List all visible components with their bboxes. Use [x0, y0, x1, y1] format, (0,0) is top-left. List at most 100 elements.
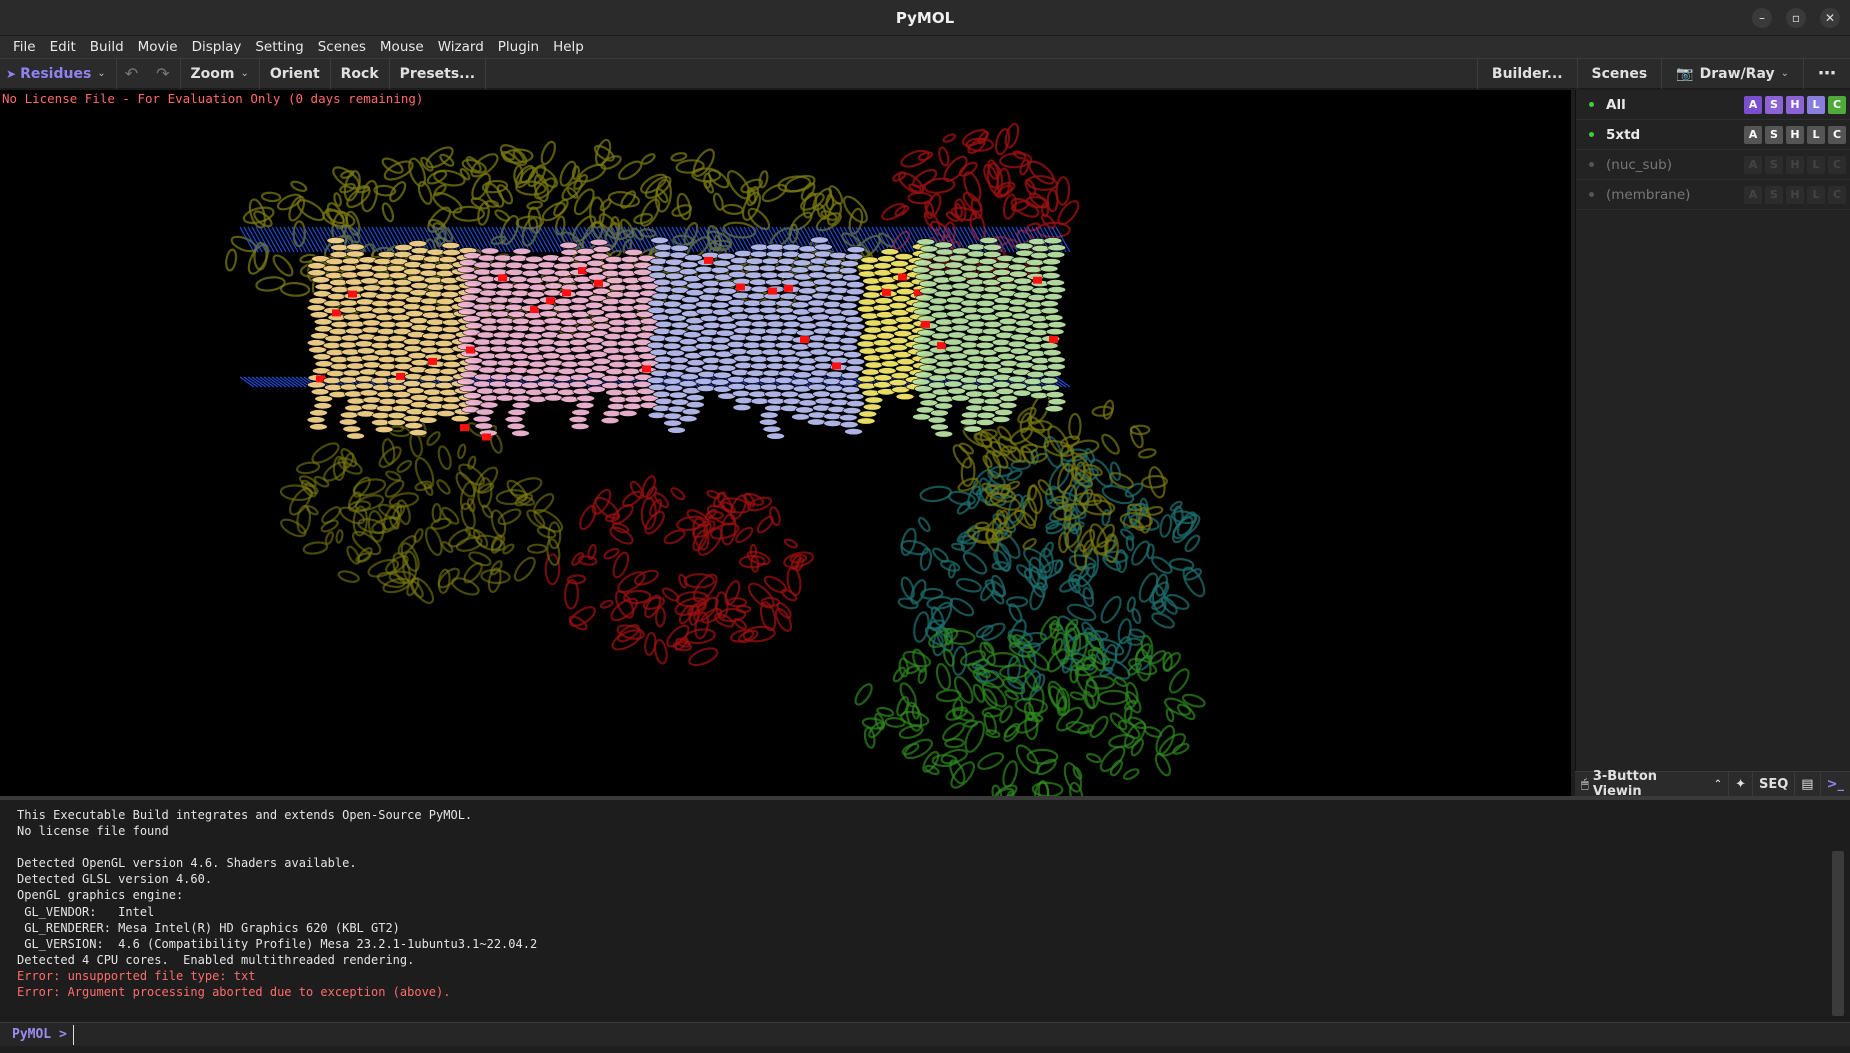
helix-segment	[651, 292, 671, 300]
helix-segment	[620, 255, 640, 263]
color-button[interactable]: C	[1828, 156, 1846, 174]
label-button[interactable]: L	[1807, 126, 1825, 144]
helix-segment	[999, 282, 1019, 290]
menu-build[interactable]: Build	[83, 36, 131, 58]
object-row-membrane[interactable]: (membrane) A S H L C	[1576, 180, 1850, 210]
ribbon-olive	[296, 199, 325, 222]
show-button[interactable]: S	[1765, 186, 1783, 204]
membrane-stick	[875, 226, 891, 253]
redo-button[interactable]: ↷	[146, 58, 181, 89]
selection-mode-dropdown[interactable]: ➤ Residues ⌄	[0, 58, 117, 89]
show-button[interactable]: S	[1765, 156, 1783, 174]
label-button[interactable]: L	[1807, 96, 1825, 114]
builder-button[interactable]: Builder...	[1476, 58, 1577, 89]
color-button[interactable]: C	[1828, 186, 1846, 204]
helix-segment	[697, 370, 717, 378]
action-button[interactable]: A	[1744, 126, 1762, 144]
draw-ray-dropdown[interactable]: 📷 Draw/Ray ⌄	[1661, 58, 1803, 89]
helix-segment	[410, 324, 430, 332]
helix-segment	[386, 265, 406, 273]
seq-button[interactable]: SEQ	[1752, 771, 1794, 797]
helix-segment	[441, 242, 461, 250]
helix-segment	[341, 257, 361, 265]
menu-setting[interactable]: Setting	[248, 36, 310, 58]
ribbon-red	[694, 611, 710, 640]
menu-scenes[interactable]: Scenes	[311, 36, 373, 58]
action-button[interactable]: A	[1744, 96, 1762, 114]
menu-display[interactable]: Display	[185, 36, 249, 58]
helix-segment	[932, 276, 952, 284]
console-scrollbar[interactable]	[1832, 851, 1844, 1016]
terminal-icon[interactable]: >_	[1819, 771, 1850, 797]
helix-segment	[960, 299, 980, 307]
helix-segment	[750, 320, 770, 328]
ribbon-red	[958, 161, 978, 177]
show-button[interactable]: S	[1765, 126, 1783, 144]
object-row-all[interactable]: All A S H L C	[1576, 90, 1850, 120]
ribbon-teal	[1131, 608, 1142, 625]
helix-segment	[354, 340, 374, 348]
presets-button[interactable]: Presets...	[390, 58, 487, 89]
object-row-5xtd[interactable]: 5xtd A S H L C	[1576, 120, 1850, 150]
helix-segment	[927, 416, 947, 424]
menu-mouse[interactable]: Mouse	[373, 36, 431, 58]
label-button[interactable]: L	[1807, 156, 1825, 174]
maximize-button[interactable]: ▫	[1786, 8, 1806, 28]
disabled-dot-icon	[1589, 192, 1594, 197]
helix-segment	[556, 255, 576, 263]
menu-movie[interactable]: Movie	[131, 36, 185, 58]
menu-plugin[interactable]: Plugin	[491, 36, 546, 58]
helix-segment	[326, 369, 345, 377]
helix-segment	[373, 258, 393, 266]
mouse-mode-dropdown[interactable]: 🖱 3-Button Viewin ⌃	[1575, 769, 1728, 799]
color-button[interactable]: C	[1828, 96, 1846, 114]
helix-segment	[964, 292, 984, 300]
helix-segment	[474, 373, 493, 381]
action-button[interactable]: A	[1744, 186, 1762, 204]
menu-help[interactable]: Help	[546, 36, 591, 58]
helix-segment	[930, 409, 949, 417]
scenes-button[interactable]: Scenes	[1576, 58, 1662, 89]
helix-segment	[544, 282, 564, 290]
object-row-nuc-sub[interactable]: (nuc_sub) A S H L C	[1576, 150, 1850, 180]
ribbon-green	[899, 682, 917, 708]
orient-button[interactable]: Orient	[260, 58, 331, 89]
movie-icon[interactable]: ▤	[1794, 771, 1819, 797]
membrane-stick	[363, 226, 379, 253]
undo-button[interactable]: ↶	[117, 59, 146, 89]
hide-button[interactable]: H	[1786, 156, 1804, 174]
helix-segment	[560, 248, 580, 256]
hide-button[interactable]: H	[1786, 186, 1804, 204]
helix-segment	[1011, 312, 1031, 320]
viewport[interactable]: No License File - For Evaluation Only (0…	[0, 90, 1571, 796]
show-button[interactable]: S	[1765, 96, 1783, 114]
more-button[interactable]: ⋯	[1803, 58, 1850, 89]
helix-segment	[810, 236, 829, 244]
helix-segment	[776, 271, 796, 279]
command-input[interactable]	[72, 1024, 1773, 1045]
hide-button[interactable]: H	[1786, 126, 1804, 144]
menu-file[interactable]: File	[6, 36, 43, 58]
color-button[interactable]: C	[1828, 126, 1846, 144]
label-button[interactable]: L	[1807, 186, 1825, 204]
menu-wizard[interactable]: Wizard	[431, 36, 491, 58]
helix-segment	[489, 345, 509, 353]
ribbon-olive	[640, 153, 656, 165]
action-button[interactable]: A	[1744, 156, 1762, 174]
helix-segment	[732, 403, 752, 411]
menu-edit[interactable]: Edit	[43, 36, 83, 58]
rock-button[interactable]: Rock	[331, 58, 390, 89]
helix-segment	[376, 328, 396, 336]
helix-segment	[654, 285, 674, 293]
helix-segment	[576, 324, 595, 332]
helix-segment	[536, 303, 556, 311]
minimize-button[interactable]: –	[1752, 8, 1772, 28]
wizard-icon[interactable]: ✦	[1728, 771, 1752, 797]
close-button[interactable]: ✕	[1820, 8, 1840, 28]
helix-segment	[339, 306, 358, 314]
helix-segment	[338, 376, 358, 384]
ribbon-olive	[436, 479, 451, 495]
zoom-dropdown[interactable]: Zoom ⌄	[181, 58, 260, 89]
helix-segment	[459, 273, 479, 281]
hide-button[interactable]: H	[1786, 96, 1804, 114]
